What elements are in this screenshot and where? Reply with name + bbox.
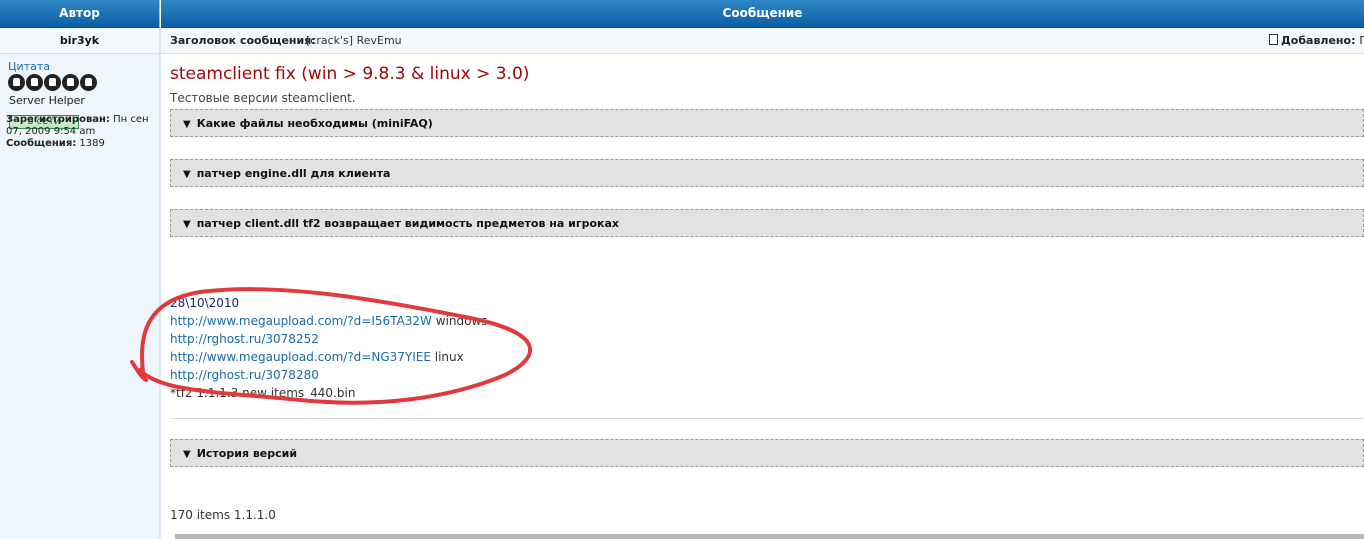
spoiler-version-history[interactable]: ▼ История версий	[170, 439, 1364, 467]
posts-value: 1389	[79, 138, 105, 149]
download-link[interactable]: http://rghost.ru/3078252	[170, 332, 319, 346]
post-subtitle: Тестовые версии steamclient.	[170, 91, 356, 105]
link-note: windows	[435, 314, 488, 328]
release-date: 28\10\2010	[170, 296, 240, 310]
download-link[interactable]: http://www.megaupload.com/?d=NG37YIEE	[170, 350, 431, 364]
rank-lock-icon	[80, 74, 97, 91]
author-column-header: Автор	[0, 0, 160, 28]
spoiler-label: патчер engine.dll для клиента	[196, 167, 391, 180]
author-name[interactable]: bir3yk	[0, 28, 159, 54]
download-links: 28\10\2010 http://www.megaupload.com/?d=…	[170, 294, 488, 402]
download-link[interactable]: http://www.megaupload.com/?d=I56TA32W	[170, 314, 432, 328]
subject-label: Заголовок сообщения:	[170, 34, 316, 47]
author-profile: Зарегистрирован: Пн сен 07, 2009 9:54 am…	[6, 114, 156, 150]
spoiler-label: История версий	[196, 447, 298, 460]
extra-note: *tf2 1.1.1.3 new items_440.bin	[170, 386, 356, 400]
rank-title: Server Helper	[9, 94, 85, 107]
post-document-icon[interactable]	[1269, 34, 1278, 45]
expand-triangle-icon: ▼	[183, 219, 191, 230]
rank-lock-icon	[44, 74, 61, 91]
content-separator	[170, 418, 1364, 419]
spoiler-label: патчер client.dll tf2 возвращает видимос…	[196, 217, 619, 230]
rank-icons	[8, 74, 159, 91]
spoiler-label: Какие файлы необходимы (miniFAQ)	[196, 117, 433, 130]
expand-triangle-icon: ▼	[183, 169, 191, 180]
posted-info: Добавлено: П	[1269, 28, 1364, 53]
spoiler-engine-patcher[interactable]: ▼ патчер engine.dll для клиента	[170, 159, 1364, 187]
link-note: linux	[434, 350, 464, 364]
spoiler-minifaq[interactable]: ▼ Какие файлы необходимы (miniFAQ)	[170, 109, 1364, 137]
expand-triangle-icon: ▼	[183, 119, 191, 130]
rank-link[interactable]: Цитата	[8, 60, 159, 73]
subject-row: Заголовок сообщения: [crack's] RevEmu До…	[161, 28, 1364, 54]
posted-label: Добавлено:	[1281, 34, 1356, 47]
author-panel: bir3yk Цитата Server Helper в сети	[0, 28, 161, 539]
posts-label: Сообщения:	[6, 138, 77, 149]
posted-value: П	[1359, 34, 1364, 47]
registered-label: Зарегистрирован:	[6, 114, 110, 125]
horizontal-scrollbar[interactable]	[175, 534, 1364, 539]
footer-note: 170 items 1.1.1.0	[170, 508, 276, 522]
subject-value: [crack's] RevEmu	[306, 34, 402, 47]
rank-lock-icon	[8, 74, 25, 91]
rank-lock-icon	[26, 74, 43, 91]
message-column-header: Сообщение	[161, 0, 1364, 28]
spoiler-client-patcher[interactable]: ▼ патчер client.dll tf2 возвращает видимо…	[170, 209, 1364, 237]
rank-lock-icon	[62, 74, 79, 91]
expand-triangle-icon: ▼	[183, 449, 191, 460]
post-title: steamclient fix (win > 9.8.3 & linux > 3…	[170, 64, 530, 84]
download-link[interactable]: http://rghost.ru/3078280	[170, 368, 319, 382]
